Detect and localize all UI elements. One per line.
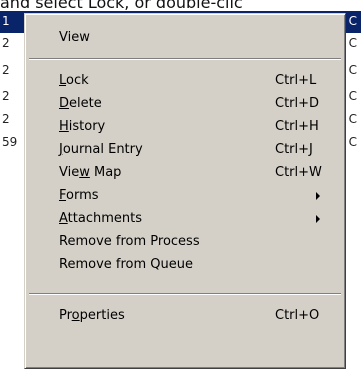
list-cell: 59 [2, 135, 18, 149]
list-cell: C [348, 112, 357, 126]
menu-separator [29, 293, 341, 295]
menu-item-label: Delete [59, 96, 102, 111]
menu-item-lock[interactable]: Lock Ctrl+L [28, 69, 342, 92]
submenu-arrow-icon [316, 215, 320, 223]
list-cell: C [348, 14, 357, 28]
menu-item-shortcut: Ctrl+O [275, 308, 320, 323]
menu-item-label: Forms [59, 188, 99, 203]
list-cell: 2 [2, 36, 10, 50]
menu-item-shortcut: Ctrl+W [275, 165, 322, 180]
menu-item-shortcut: Ctrl+H [275, 119, 319, 134]
menu-item-remove-from-process[interactable]: Remove from Process [28, 230, 342, 253]
document-caption-text: and select Lock, or double-clic [0, 0, 361, 11]
menu-item-label: Attachments [59, 211, 142, 226]
menu-separator [29, 58, 341, 60]
menu-item-shortcut: Ctrl+J [275, 142, 313, 157]
list-cell: C [348, 135, 357, 149]
menu-item-label: View [59, 30, 90, 45]
menu-item-label: Remove from Process [59, 234, 200, 249]
list-cell: C [348, 63, 357, 77]
menu-item-journal-entry[interactable]: Journal Entry Ctrl+J [28, 138, 342, 161]
menu-item-history[interactable]: History Ctrl+H [28, 115, 342, 138]
menu-item-view-map[interactable]: View Map Ctrl+W [28, 161, 342, 184]
menu-item-properties[interactable]: Properties Ctrl+O [28, 304, 342, 327]
list-cell: 2 [2, 89, 10, 103]
submenu-arrow-icon [316, 192, 320, 200]
menu-item-remove-from-queue[interactable]: Remove from Queue [28, 253, 342, 276]
menu-item-label: View Map [59, 165, 122, 180]
menu-item-shortcut: Ctrl+D [275, 96, 320, 111]
menu-item-label: Remove from Queue [59, 257, 193, 272]
menu-item-view[interactable]: View [28, 26, 342, 49]
menu-item-attachments[interactable]: Attachments [28, 207, 342, 230]
menu-item-label: Journal Entry [59, 142, 143, 157]
menu-item-delete[interactable]: Delete Ctrl+D [28, 92, 342, 115]
list-cell: C [348, 36, 357, 50]
list-cell: 1 [2, 14, 10, 28]
menu-item-label: Properties [59, 308, 125, 323]
list-cell: C [348, 89, 357, 103]
context-menu: View Lock Ctrl+L Delete Ctrl+D History C… [24, 13, 346, 369]
menu-item-label: Lock [59, 73, 89, 88]
menu-item-shortcut: Ctrl+L [275, 73, 317, 88]
menu-item-forms[interactable]: Forms [28, 184, 342, 207]
list-cell: 2 [2, 112, 10, 126]
list-cell: 2 [2, 63, 10, 77]
menu-item-label: History [59, 119, 106, 134]
